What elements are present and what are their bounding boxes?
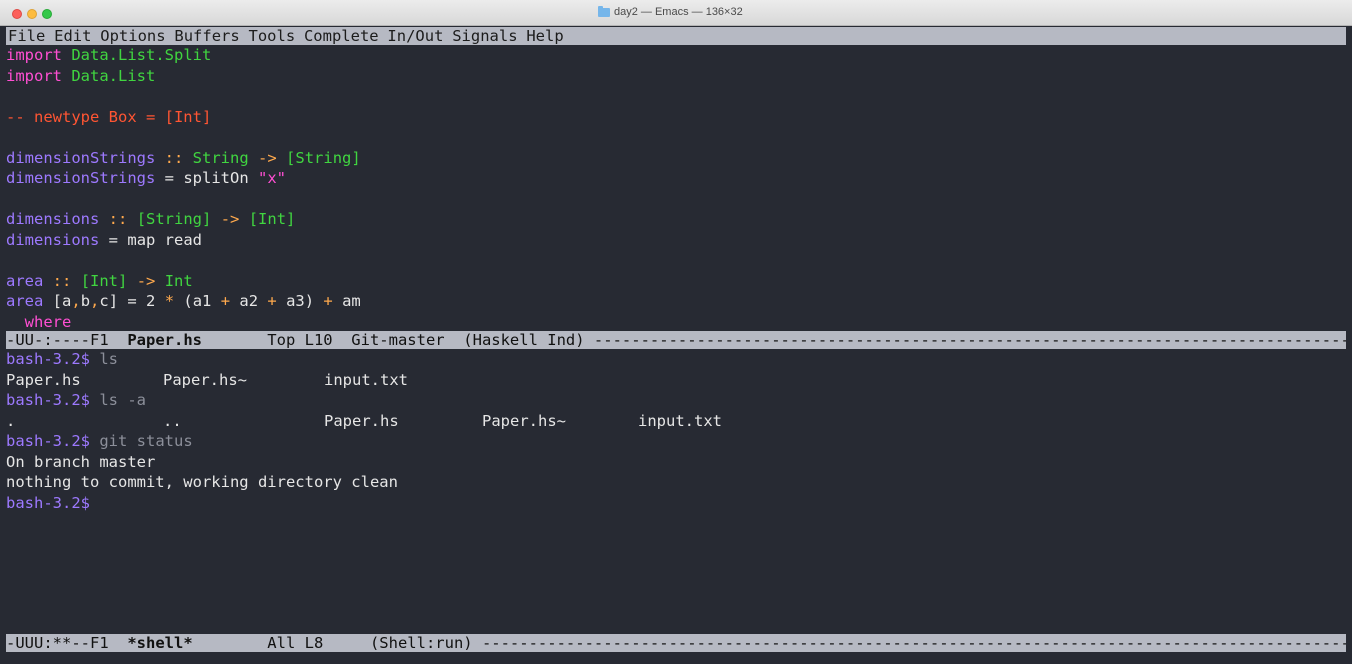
shell-output: nothing to commit, working directory cle… [6,473,398,491]
window-titlebar: day2 — Emacs — 136×32 [0,0,1352,26]
shell-output: On branch master [6,452,156,471]
menu-help[interactable]: Help [526,27,563,45]
shell-line: bash-3.2$ ls -a [6,391,147,409]
close-window-button[interactable] [12,9,22,19]
editor-buffer[interactable]: import Data.List.Split import Data.List … [6,45,1346,328]
minimize-window-button[interactable] [27,9,37,19]
folder-icon [598,5,610,17]
code-line: where [24,312,72,329]
code-line: import Data.List.Split [6,46,212,64]
menu-edit[interactable]: Edit [54,27,91,45]
code-line: area [a,b,c] = 2 * (a1 + a2 + a3) + am [6,292,361,310]
window-title: day2 — Emacs — 136×32 [598,5,743,18]
menu-signals[interactable]: Signals [452,27,517,45]
code-line: area :: [Int] -> Int [6,271,193,290]
code-comment: -- newtype Box = [Int] [6,107,212,126]
menu-options[interactable]: Options [100,27,165,45]
code-line: dimensionStrings = splitOn "x" [6,169,287,187]
shell-line: bash-3.2$ ls [6,350,119,368]
maximize-window-button[interactable] [42,9,52,19]
buffer-name[interactable]: *shell* [127,634,192,652]
menu-complete[interactable]: Complete [304,27,379,45]
window-title-text: day2 — Emacs — 136×32 [614,6,743,18]
code-line: dimensionStrings :: String -> [String] [6,148,361,167]
code-line: import Data.List [6,66,156,85]
menu-file[interactable]: File [8,27,45,45]
shell-output-ls: Paper.hs Paper.hs~ input.txt [6,370,408,389]
menu-buffers[interactable]: Buffers [174,27,239,45]
menu-tools[interactable]: Tools [249,27,296,45]
shell-prompt-line[interactable]: bash-3.2$ [6,493,1346,514]
menu-in-out[interactable]: In/Out [387,27,443,45]
shell-line: bash-3.2$ git status [6,432,193,450]
shell-output-ls-a: . .. Paper.hs Paper.hs~ input.txt [6,411,722,430]
shell-buffer[interactable]: bash-3.2$ ls Paper.hs Paper.hs~ input.tx… [6,349,1346,632]
code-line: dimensions = map read [6,230,203,249]
editor-modeline: -UU-:----F1 Paper.hs Top L10 Git-master … [6,331,1346,349]
code-line: dimensions :: [String] -> [Int] [6,210,296,228]
buffer-name[interactable]: Paper.hs [127,331,202,349]
shell-modeline: -UUU:**--F1 *shell* All L8 (Shell:run) -… [6,634,1346,652]
menu-bar: File Edit Options Buffers Tools Complete… [6,27,1346,45]
